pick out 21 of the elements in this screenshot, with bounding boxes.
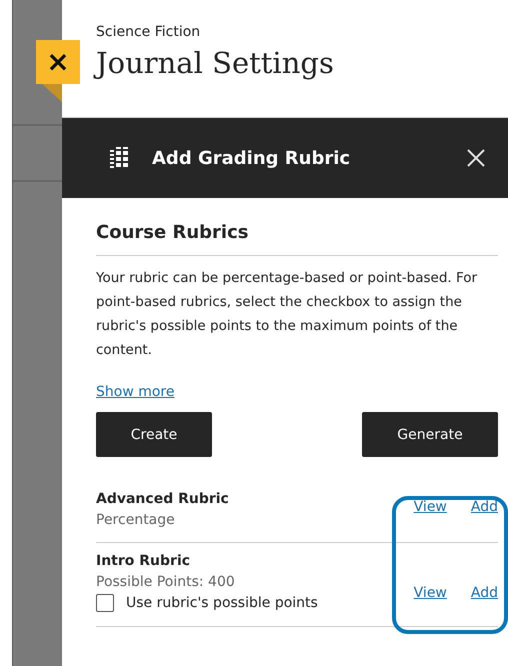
close-icon[interactable] bbox=[466, 148, 486, 168]
rubric-detail: Possible Points: 400 bbox=[96, 574, 236, 590]
rubric-detail: Percentage bbox=[96, 512, 176, 528]
close-button[interactable]: × bbox=[36, 40, 80, 84]
generate-button[interactable]: Generate bbox=[362, 412, 498, 457]
course-name: Science Fiction bbox=[96, 24, 202, 40]
panel-title: Add Grading Rubric bbox=[152, 148, 352, 168]
rubric-icon bbox=[110, 147, 128, 169]
view-link[interactable]: View bbox=[414, 585, 447, 612]
checkbox-label: Use rubric's possible points bbox=[126, 595, 318, 611]
page-title: Journal Settings bbox=[96, 46, 508, 80]
rubric-name: Advanced Rubric bbox=[96, 491, 229, 507]
checkbox[interactable] bbox=[96, 594, 114, 612]
rubric-name: Intro Rubric bbox=[96, 553, 192, 569]
create-button[interactable]: Create bbox=[96, 412, 212, 457]
add-link[interactable]: Add bbox=[470, 585, 498, 612]
description: Your rubric can be percentage-based or point-based. For point-based rubrics, select the checkbox to assign the rubric's possible points to the maximum points of the content. bbox=[96, 269, 478, 360]
section-title: Course Rubrics bbox=[96, 222, 498, 256]
add-link[interactable]: Add bbox=[470, 499, 498, 528]
show-more-link[interactable]: Show more bbox=[96, 384, 174, 400]
view-link[interactable]: View bbox=[414, 499, 447, 528]
